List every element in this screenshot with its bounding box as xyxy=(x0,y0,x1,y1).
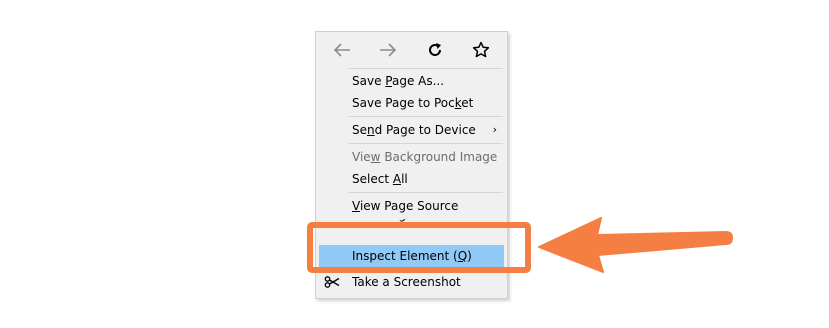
menu-item-send-page-to-device[interactable]: Send Page to Device › xyxy=(316,119,507,141)
bookmark-star-icon xyxy=(472,41,490,58)
back-arrow-icon xyxy=(333,43,350,57)
scissors-icon xyxy=(324,276,340,288)
separator xyxy=(348,116,503,117)
separator xyxy=(348,192,503,193)
callout-highlight-box xyxy=(307,222,531,273)
submenu-chevron-icon: › xyxy=(492,123,497,136)
callout-arrow-icon xyxy=(538,217,733,273)
reload-icon xyxy=(429,43,442,56)
separator xyxy=(348,143,503,144)
menu-item-save-to-pocket[interactable]: Save Page to Pocket xyxy=(316,92,507,114)
forward-arrow-icon xyxy=(380,43,397,57)
reload-button[interactable] xyxy=(421,38,449,62)
back-button[interactable] xyxy=(328,38,356,62)
navigation-row xyxy=(316,32,507,68)
menu-item-take-screenshot[interactable]: Take a Screenshot xyxy=(316,271,507,293)
menu-item-view-background-image: View Background Image xyxy=(352,150,498,164)
bookmark-button[interactable] xyxy=(467,38,495,62)
menu-item-save-page-as[interactable]: Save Page As... xyxy=(316,70,507,92)
menu-item-view-page-source[interactable]: View Page Source xyxy=(316,195,507,217)
forward-button[interactable] xyxy=(374,38,402,62)
menu-item-select-all[interactable]: Select All xyxy=(316,168,507,190)
separator xyxy=(348,68,503,69)
